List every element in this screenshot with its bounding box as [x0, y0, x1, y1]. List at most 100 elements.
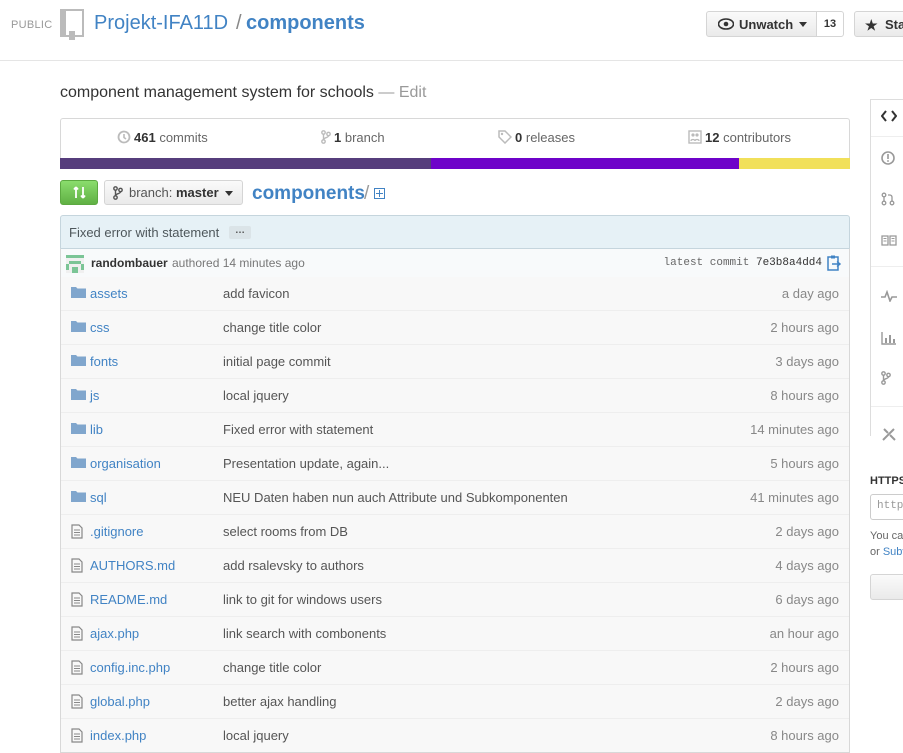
commits-link[interactable]: 461 commits: [117, 130, 208, 145]
expand-commit-button[interactable]: …: [229, 226, 251, 239]
file-commit-message[interactable]: better ajax handling: [223, 694, 336, 709]
star-label: Star: [885, 17, 903, 32]
copy-clone-url-button[interactable]: [870, 574, 903, 600]
branch-icon: [321, 130, 331, 144]
file-commit-message[interactable]: Presentation update, again...: [223, 456, 389, 471]
clone-url-field[interactable]: http: [870, 494, 903, 520]
chevron-down-icon: [225, 191, 233, 196]
file-name-link[interactable]: config.inc.php: [90, 660, 170, 675]
tag-icon: [498, 130, 513, 145]
commit-authored-time: authored 14 minutes ago: [172, 256, 305, 270]
file-commit-message[interactable]: add rsalevsky to authors: [223, 558, 364, 573]
file-name-link[interactable]: sql: [90, 490, 107, 505]
file-row: assets add favicon a day ago: [61, 277, 849, 310]
file-name-link[interactable]: css: [90, 320, 110, 335]
file-name-link[interactable]: index.php: [90, 728, 146, 743]
compare-review-button[interactable]: [60, 180, 98, 205]
file-commit-message[interactable]: add favicon: [223, 286, 290, 301]
file-name-link[interactable]: fonts: [90, 354, 118, 369]
commit-teaser: Fixed error with statement …: [60, 215, 850, 249]
commit-author-link[interactable]: randombauer: [91, 256, 168, 270]
language-segment[interactable]: [739, 158, 850, 169]
file-commit-message[interactable]: link to git for windows users: [223, 592, 382, 607]
file-commit-message[interactable]: NEU Daten haben nun auch Attribute und S…: [223, 490, 568, 505]
pull-request-icon[interactable]: [881, 192, 895, 209]
branch-count: 1: [334, 130, 342, 145]
file-row: ajax.php link search with combonents an ho…: [61, 616, 849, 650]
graph-icon[interactable]: [881, 331, 897, 348]
file-commit-message[interactable]: local jquery: [223, 388, 289, 403]
file-name-link[interactable]: organisation: [90, 456, 161, 471]
code-icon[interactable]: [880, 110, 898, 125]
language-segment[interactable]: [431, 158, 740, 169]
compare-icon: [73, 186, 86, 199]
settings-tools-icon[interactable]: [881, 426, 897, 445]
history-icon: [117, 130, 131, 144]
file-name-link[interactable]: assets: [90, 286, 128, 301]
file-name-link[interactable]: js: [90, 388, 99, 403]
file-commit-message[interactable]: Fixed error with statement: [223, 422, 373, 437]
latest-commit: latest commit 7e3b8a4dd4: [664, 257, 822, 269]
folder-icon: [71, 354, 86, 369]
file-text-icon: [71, 694, 83, 712]
branch-selector[interactable]: branch: master: [104, 180, 243, 205]
file-age: 4 days ago: [775, 558, 839, 573]
file-commit-message[interactable]: change title color: [223, 320, 321, 335]
file-text-icon: [71, 524, 83, 542]
commits-label: commits: [159, 130, 208, 145]
watch-count[interactable]: 13: [816, 11, 844, 37]
repo-icon: [60, 9, 84, 44]
contributors-link[interactable]: 12 contributors: [688, 130, 791, 145]
file-text-icon: [71, 626, 83, 644]
folder-icon: [71, 456, 86, 471]
avatar[interactable]: [66, 255, 84, 273]
star-button[interactable]: ★ Star: [854, 11, 903, 37]
issues-icon[interactable]: [881, 151, 895, 168]
file-commit-message[interactable]: initial page commit: [223, 354, 331, 369]
subversion-link[interactable]: Subv: [883, 546, 903, 558]
language-bar[interactable]: [60, 158, 850, 169]
releases-link[interactable]: 0 releases: [498, 130, 575, 145]
file-name-link[interactable]: .gitignore: [90, 524, 143, 539]
wiki-icon[interactable]: [881, 234, 897, 249]
file-name-link[interactable]: AUTHORS.md: [90, 558, 175, 573]
file-name-link[interactable]: README.md: [90, 592, 167, 607]
file-text-icon: [71, 592, 83, 610]
file-row: css change title color 2 hours ago: [61, 310, 849, 344]
branches-link[interactable]: 1 branch: [321, 130, 385, 145]
network-icon[interactable]: [881, 371, 891, 388]
file-row: README.md link to git for windows users 6 …: [61, 582, 849, 616]
releases-count: 0: [515, 130, 523, 145]
pulse-icon[interactable]: [881, 289, 897, 305]
file-age: 41 minutes ago: [750, 490, 839, 505]
commit-sha-link[interactable]: 7e3b8a4dd4: [756, 257, 822, 269]
breadcrumb-repo-link[interactable]: components: [252, 183, 365, 205]
file-commit-message[interactable]: link search with combonents: [223, 626, 386, 641]
file-name-link[interactable]: lib: [90, 422, 103, 437]
visibility-label: PUBLIC: [11, 19, 53, 31]
folder-icon: [71, 388, 86, 403]
edit-description-link[interactable]: — Edit: [378, 84, 426, 101]
repo-name-link[interactable]: components: [246, 12, 365, 35]
file-row: lib Fixed error with statement 14 minutes …: [61, 412, 849, 446]
title-separator: /: [236, 12, 242, 34]
file-row: config.inc.php change title color 2 hours …: [61, 650, 849, 684]
file-commit-message[interactable]: change title color: [223, 660, 321, 675]
file-name-link[interactable]: ajax.php: [90, 626, 139, 641]
clipboard-icon[interactable]: [827, 255, 842, 274]
eye-icon: [717, 18, 735, 33]
file-commit-message[interactable]: select rooms from DB: [223, 524, 348, 539]
repo-owner-link[interactable]: Projekt-IFA11D: [94, 12, 228, 35]
file-commit-message[interactable]: local jquery: [223, 728, 289, 743]
language-segment[interactable]: [60, 158, 432, 169]
file-age: 8 hours ago: [770, 388, 839, 403]
breadcrumb-separator: /: [364, 183, 370, 204]
file-row: organisation Presentation update, again..…: [61, 446, 849, 480]
file-name-link[interactable]: global.php: [90, 694, 150, 709]
commit-message-link[interactable]: Fixed error with statement: [69, 225, 219, 240]
file-age: a day ago: [781, 286, 839, 301]
chevron-down-icon: [799, 22, 807, 27]
file-age: an hour ago: [769, 626, 839, 641]
unwatch-button[interactable]: Unwatch: [706, 11, 817, 37]
new-file-icon[interactable]: [374, 188, 385, 199]
